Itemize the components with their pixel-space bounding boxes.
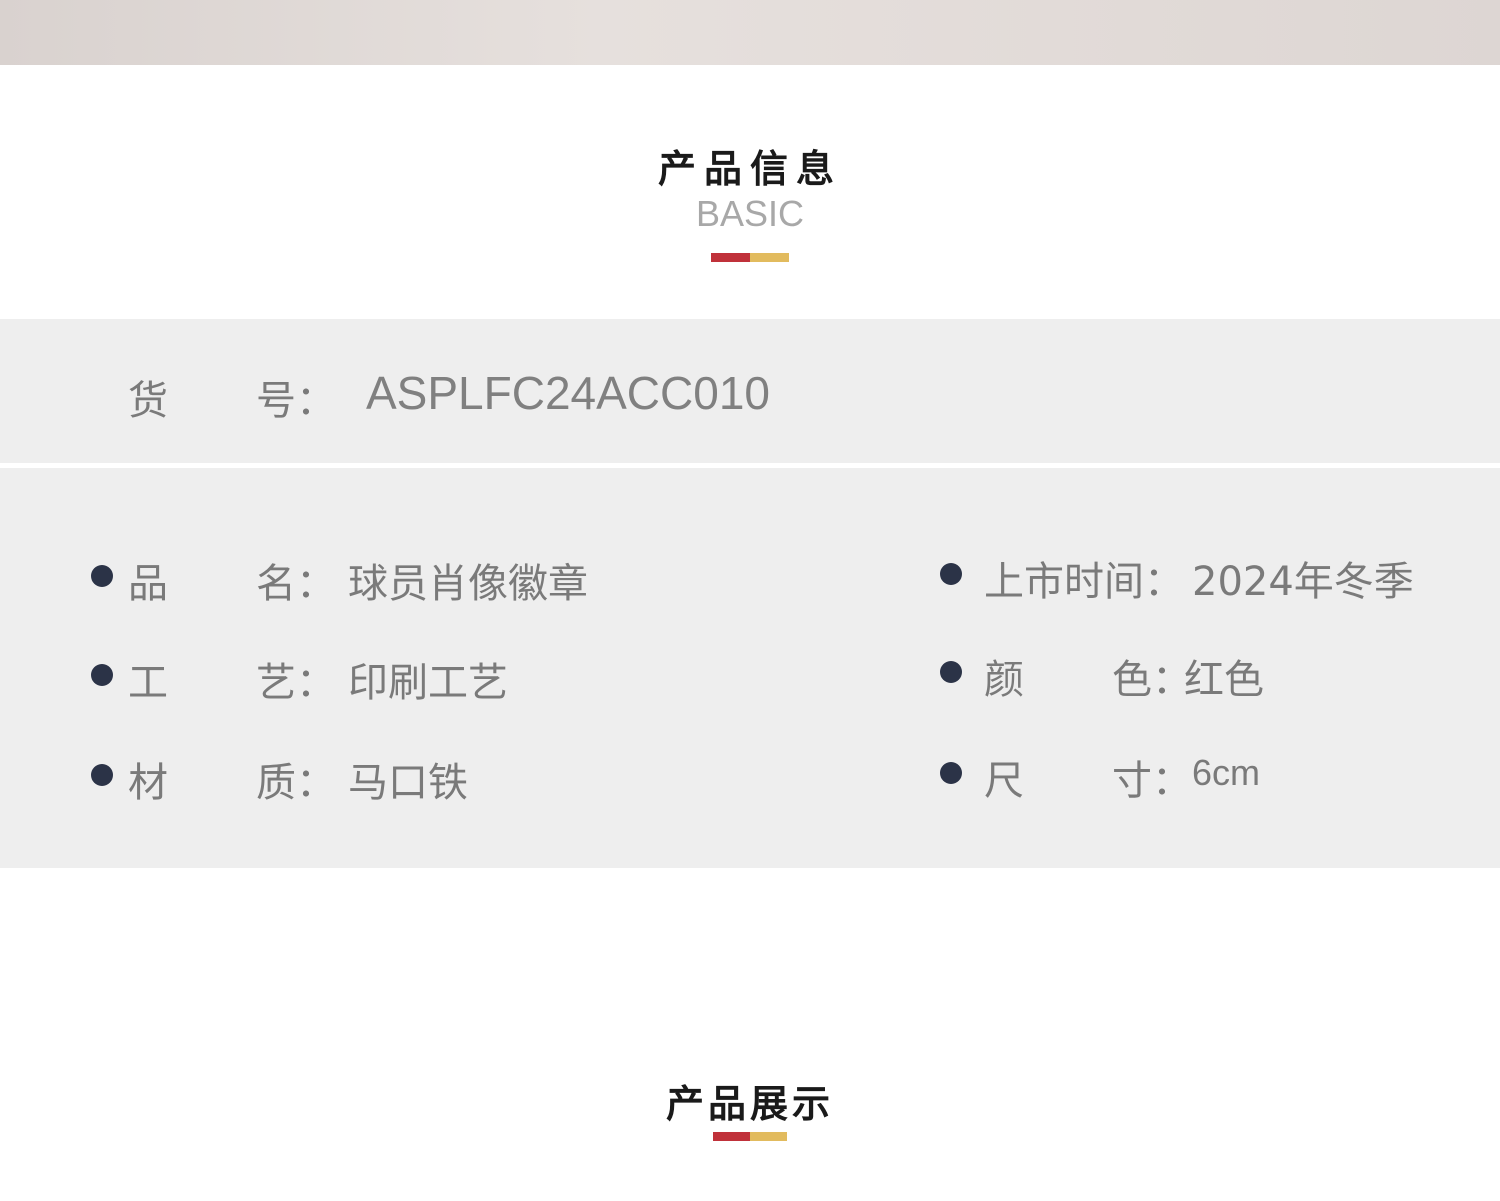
bullet-icon (91, 664, 113, 686)
divider-red-segment (711, 253, 750, 262)
sku-label-first: 货 (128, 378, 168, 424)
field-value: 红色 (1184, 657, 1264, 703)
bullet-icon (940, 661, 962, 683)
field-label-first: 品 (128, 561, 168, 607)
field-label-last: 色： (1112, 657, 1192, 703)
field-value: 马口铁 (348, 760, 468, 806)
field-label-last: 质： (256, 760, 336, 806)
details-band (0, 468, 1500, 868)
divider-red-segment (713, 1132, 750, 1141)
title-divider (711, 253, 789, 262)
field-value: 球员肖像徽章 (348, 561, 588, 607)
bullet-icon (91, 764, 113, 786)
field-value: 2024年冬季 (1192, 559, 1414, 605)
field-label-last: 名： (256, 561, 336, 607)
product-info-subtitle: BASIC (695, 193, 805, 234)
divider-gold-segment (750, 253, 789, 262)
field-label: 上市时间： (984, 559, 1184, 605)
sku-label-last: 号： (256, 378, 336, 424)
bullet-icon (91, 565, 113, 587)
divider-gold-segment (750, 1132, 787, 1141)
product-info-title: 产品信息 (657, 147, 842, 191)
field-label-last: 寸： (1112, 758, 1192, 804)
bullet-icon (940, 762, 962, 784)
display-title-divider (713, 1132, 787, 1141)
field-label-last: 艺： (256, 660, 336, 706)
bullet-icon (940, 563, 962, 585)
field-label-first: 工 (128, 660, 168, 706)
field-value: 6cm (1192, 752, 1261, 793)
field-value: 印刷工艺 (348, 660, 508, 706)
product-display-title: 产品展示 (665, 1082, 834, 1126)
sku-value: ASPLFC24ACC010 (366, 367, 770, 419)
field-label-first: 尺 (984, 758, 1024, 804)
top-banner-image (0, 0, 1500, 65)
field-label-first: 材 (128, 760, 168, 806)
product-detail-page: 产品信息 BASIC 货 号： ASPLFC24ACC010 品 名： 球员肖像… (0, 0, 1500, 1201)
field-label-first: 颜 (984, 657, 1024, 703)
